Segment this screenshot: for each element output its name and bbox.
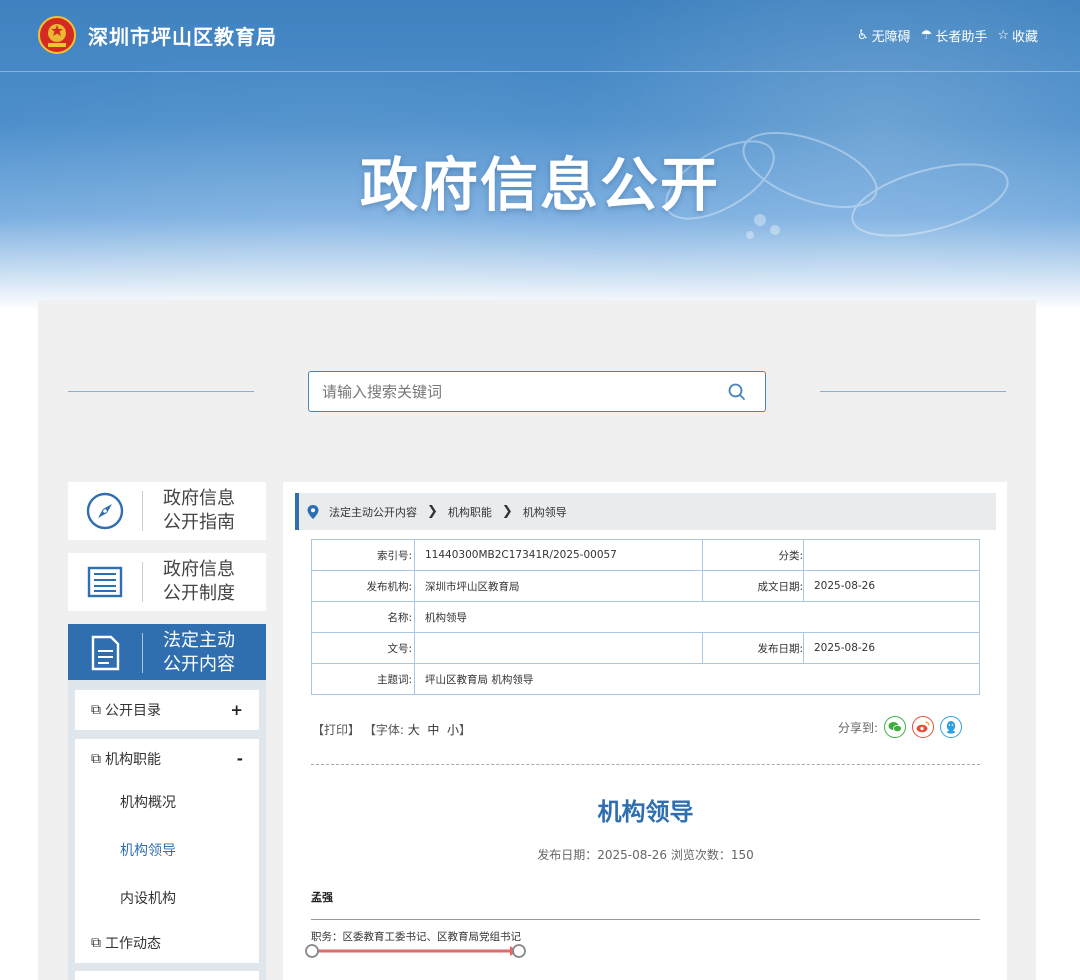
- subnav-item-leaders[interactable]: 机构领导: [75, 827, 259, 875]
- copy-icon: ⧉: [91, 751, 101, 767]
- print-button[interactable]: 【打印】: [312, 723, 360, 737]
- meta-value: 机构领导: [414, 601, 980, 633]
- subnav-group-label: 机构职能: [105, 752, 161, 768]
- decorative-line: [68, 391, 254, 392]
- font-medium-button[interactable]: 中: [427, 723, 439, 737]
- subnav-group-catalog[interactable]: ⧉ 公开目录 +: [75, 690, 259, 730]
- leader-duty: 职务：区委教育工委书记、区教育局党组书记: [311, 931, 521, 943]
- compass-icon: [86, 492, 124, 530]
- sidebar-card-guide[interactable]: 政府信息 公开指南: [68, 482, 266, 540]
- slider-handle-end: [512, 944, 526, 958]
- sidebar-card-mandatory[interactable]: 法定主动 公开内容: [68, 624, 266, 682]
- qq-icon: [946, 721, 956, 734]
- breadcrumb-item[interactable]: 法定主动公开内容: [329, 504, 417, 520]
- sidebar-card-label: 政府信息 公开制度: [163, 559, 235, 604]
- weibo-icon: [916, 721, 930, 733]
- sidebar-card-label: 政府信息 公开指南: [163, 488, 235, 533]
- slider-handle-start: [305, 944, 319, 958]
- content-divider: [311, 919, 980, 920]
- slider-control[interactable]: [304, 943, 528, 959]
- top-bar: 深圳市坪山区教育局 ♿ 无障碍 ☂ 长者助手 ☆ 收藏: [0, 0, 1080, 72]
- font-large-button[interactable]: 大: [408, 723, 420, 737]
- article-tools: 【打印】 【字体: 大 中 小】: [312, 721, 471, 738]
- search-box: [308, 371, 766, 412]
- meta-label: 成文日期:: [702, 570, 804, 602]
- article-meta: 发布日期：2025-08-26 浏览次数：150: [537, 848, 754, 862]
- meta-label: 发布机构:: [311, 570, 415, 602]
- sidebar-card-label: 法定主动 公开内容: [163, 630, 235, 675]
- meta-label: 名称:: [311, 601, 415, 633]
- elderly-helper-icon: ☂: [920, 28, 933, 43]
- metadata-table: 索引号: 11440300MB2C17341R/2025-00057 分类: 发…: [311, 539, 980, 695]
- collapse-toggle[interactable]: -: [237, 750, 243, 768]
- font-size-prefix: 【字体:: [363, 723, 404, 737]
- star-icon: ☆: [997, 28, 1009, 43]
- bookmark-label: 收藏: [1011, 30, 1038, 45]
- qq-share-button[interactable]: [940, 716, 963, 738]
- meta-value: 2025-08-26: [803, 570, 980, 602]
- accessibility-label: 无障碍: [871, 30, 911, 45]
- decorative-line: [820, 391, 1006, 392]
- breadcrumb-item[interactable]: 机构职能: [448, 504, 492, 520]
- subnav-group-label: 公开目录: [105, 703, 161, 719]
- header-tools: ♿ 无障碍 ☂ 长者助手 ☆ 收藏: [857, 26, 1038, 45]
- sidebar-card-system[interactable]: 政府信息 公开制度: [68, 553, 266, 611]
- meta-value: [414, 632, 703, 664]
- meta-value: [803, 539, 980, 571]
- dashed-divider: [311, 764, 980, 765]
- article-title: 机构领导: [597, 798, 694, 826]
- accessibility-button[interactable]: ♿ 无障碍: [857, 26, 911, 45]
- expand-toggle[interactable]: +: [230, 701, 243, 719]
- subnav-group-label: 工作动态: [105, 936, 161, 952]
- document-icon: [91, 635, 120, 671]
- copy-icon: ⧉: [91, 935, 101, 951]
- subnav-group-news[interactable]: ⧉ 工作动态: [75, 923, 259, 963]
- breadcrumb: 法定主动公开内容 ❯ 机构职能 ❯ 机构领导: [295, 493, 996, 530]
- wechat-icon: [888, 722, 902, 733]
- search-input[interactable]: [309, 372, 699, 411]
- search-icon[interactable]: [727, 382, 747, 402]
- share-label: 分享到:: [838, 720, 879, 735]
- elderly-helper-label: 长者助手: [935, 30, 988, 45]
- meta-label: 主题词:: [311, 663, 415, 695]
- bookmark-button[interactable]: ☆ 收藏: [997, 26, 1038, 45]
- meta-value: 坪山区教育局 机构领导: [414, 663, 980, 695]
- subnav-item-overview[interactable]: 机构概况: [75, 779, 259, 827]
- chevron-right-icon: ❯: [427, 504, 438, 519]
- copy-icon: ⧉: [91, 702, 101, 718]
- font-size-suffix: 】: [459, 723, 472, 737]
- meta-label: 文号:: [311, 632, 415, 664]
- meta-label: 分类:: [702, 539, 804, 571]
- wechat-share-button[interactable]: [884, 716, 907, 738]
- elderly-helper-button[interactable]: ☂ 长者助手: [921, 26, 988, 45]
- leader-name: 孟强: [311, 891, 333, 904]
- header-banner: 深圳市坪山区教育局 ♿ 无障碍 ☂ 长者助手 ☆ 收藏 政府信息公开: [0, 0, 1080, 310]
- share-bar: 分享到:: [838, 716, 963, 738]
- subnav-item-departments[interactable]: 内设机构: [75, 875, 259, 923]
- chevron-right-icon: ❯: [501, 504, 513, 519]
- site-title[interactable]: 深圳市坪山区教育局: [88, 21, 277, 50]
- meta-value: 11440300MB2C17341R/2025-00057: [414, 539, 703, 571]
- meta-value: 2025-08-26: [803, 632, 980, 664]
- weibo-share-button[interactable]: [912, 716, 935, 738]
- meta-value: 深圳市坪山区教育局: [414, 570, 703, 602]
- breadcrumb-item[interactable]: 机构领导: [523, 504, 567, 520]
- location-pin-icon: [307, 504, 319, 519]
- accessibility-icon: ♿: [856, 28, 869, 43]
- national-emblem-icon: [38, 16, 76, 54]
- document-list-icon: [87, 566, 123, 598]
- subnav-group-functions[interactable]: ⧉ 机构职能 - 机构概况 机构领导 内设机构: [75, 739, 259, 923]
- font-small-button[interactable]: 小: [447, 723, 459, 737]
- meta-label: 索引号:: [311, 539, 415, 571]
- meta-label: 发布日期:: [702, 632, 804, 664]
- subnav-group-more: [75, 971, 259, 980]
- page-heading: 政府信息公开: [359, 151, 720, 219]
